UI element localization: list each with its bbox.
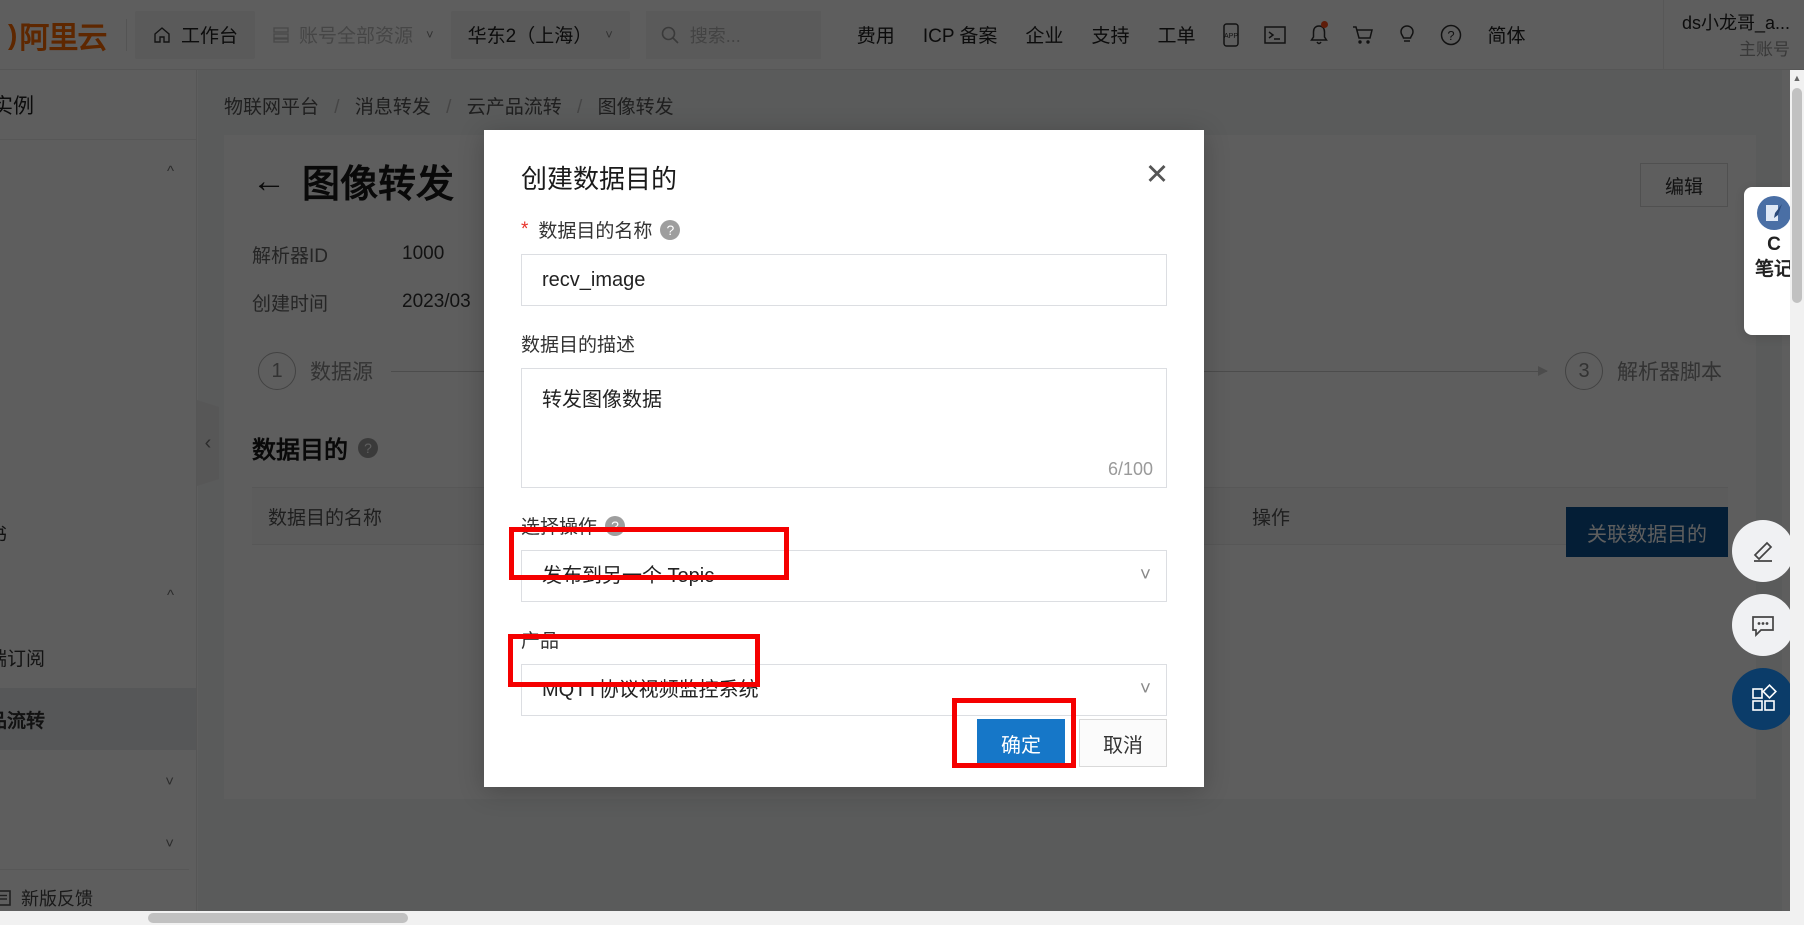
desc-field-label: 数据目的描述: [521, 335, 636, 356]
desc-field-label-row: 数据目的描述: [521, 330, 1167, 357]
close-icon[interactable]: ✕: [1140, 158, 1174, 192]
char-counter: 6/100: [1107, 459, 1153, 479]
name-field-label-row: * 数据目的名称 ?: [521, 216, 1167, 243]
scroll-up-arrow[interactable]: ▲: [1790, 70, 1804, 86]
destination-desc-textarea[interactable]: [522, 369, 1166, 487]
horizontal-scrollbar[interactable]: [0, 911, 1804, 925]
dialog-title: 创建数据目的: [521, 164, 678, 194]
product-field-label-row: 产品: [521, 626, 1167, 653]
required-marker: *: [521, 218, 529, 240]
action-field-block: 选择操作 ? 发布到另一个 Topic ˅: [521, 512, 1167, 602]
notes-label: 笔记: [1754, 259, 1793, 281]
horizontal-scroll-thumb[interactable]: [148, 913, 408, 923]
comment-icon[interactable]: [1732, 594, 1794, 656]
name-field-label: 数据目的名称: [538, 221, 653, 242]
vertical-scrollbar[interactable]: ▲ ▼: [1790, 70, 1804, 925]
desc-field-block: 数据目的描述 6/100: [521, 330, 1167, 488]
destination-name-input[interactable]: [521, 254, 1167, 306]
help-icon-name[interactable]: ?: [660, 219, 681, 240]
notes-badge: C: [1767, 234, 1781, 255]
action-field-label: 选择操作: [521, 517, 598, 538]
floating-toolbar: [1732, 520, 1794, 742]
apps-icon[interactable]: [1732, 668, 1794, 730]
pencil-icon[interactable]: [1732, 520, 1794, 582]
desc-textarea-wrapper: 6/100: [521, 368, 1167, 488]
vertical-scroll-thumb[interactable]: [1792, 88, 1802, 303]
dialog-footer: 确定 取消: [484, 699, 1204, 787]
action-field-label-row: 选择操作 ?: [521, 512, 1167, 539]
create-destination-dialog: 创建数据目的 ✕ * 数据目的名称 ? 数据目的描述 6/100 选择: [484, 130, 1204, 787]
action-select-wrapper: 发布到另一个 Topic ˅: [521, 550, 1167, 602]
dialog-body: * 数据目的名称 ? 数据目的描述 6/100 选择操作 ?: [521, 216, 1167, 716]
app-screen: 实例 ^ 书 ^ 端订阅 品流转 ˅ ˅: [0, 0, 1804, 925]
confirm-button[interactable]: 确定: [977, 719, 1065, 767]
help-icon-action[interactable]: ?: [605, 515, 626, 536]
product-field-label: 产品: [521, 631, 560, 652]
notes-icon: [1757, 196, 1791, 230]
action-select[interactable]: 发布到另一个 Topic: [521, 550, 1167, 602]
cancel-button[interactable]: 取消: [1079, 719, 1167, 767]
